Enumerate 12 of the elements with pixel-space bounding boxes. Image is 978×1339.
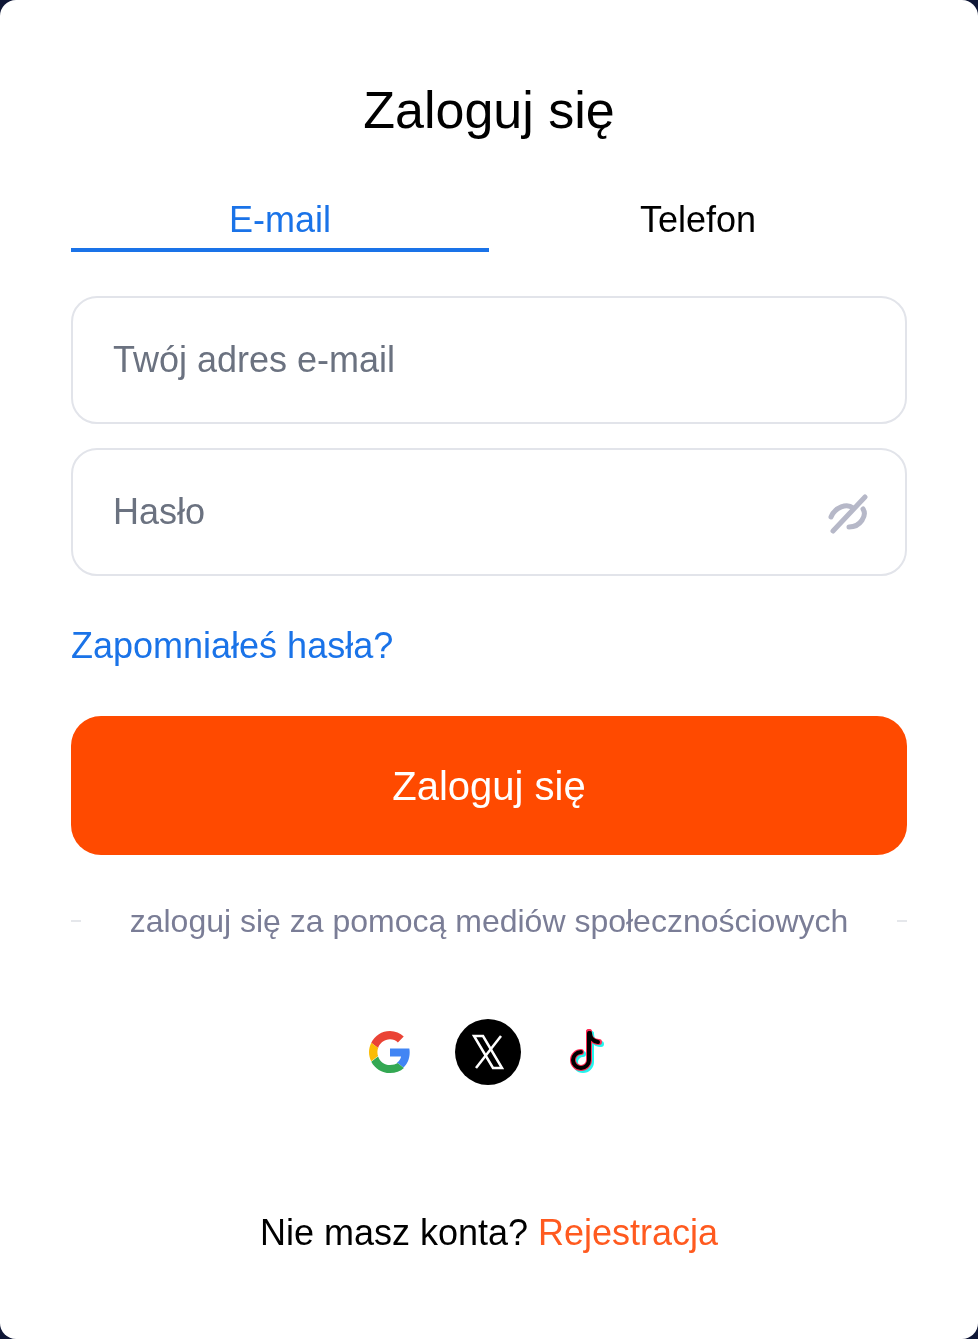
password-field[interactable]: Hasło	[71, 448, 907, 576]
tab[interactable]: Telefon	[489, 192, 907, 252]
email-field[interactable]: Twój adres e-mail	[71, 296, 907, 424]
dialog-title: Zaloguj się	[363, 80, 615, 141]
signup-link[interactable]: Rejestracja	[538, 1212, 719, 1253]
x-logo-icon[interactable]	[455, 1019, 521, 1085]
forgot-password-link[interactable]: Zapomniałeś hasła?	[71, 625, 394, 666]
social-login-caption: zaloguj się za pomocą mediów społecznościowych	[128, 902, 850, 941]
signup-prompt: Nie masz konta?	[259, 1212, 528, 1253]
google-icon[interactable]	[369, 1031, 411, 1073]
tab[interactable]: E-mail	[71, 192, 489, 252]
login-button[interactable]: Zaloguj się	[71, 716, 907, 855]
